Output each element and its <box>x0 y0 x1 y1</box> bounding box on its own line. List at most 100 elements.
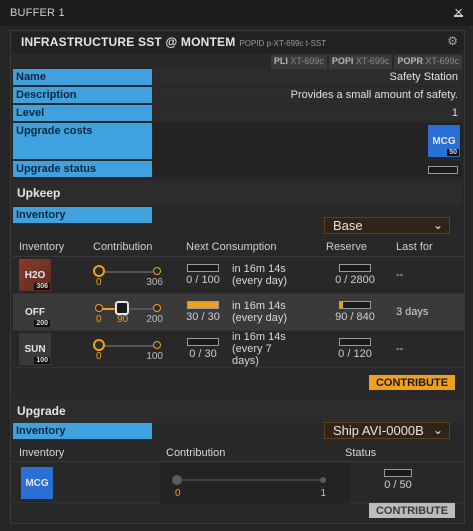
gear-icon[interactable]: ⚙ <box>447 34 458 48</box>
slider-min-marker <box>95 304 103 312</box>
upgrade-row: MCG 0 1 0 / 50 <box>13 463 464 503</box>
upgrade-col-contribution: Contribution <box>166 447 226 459</box>
consumption-bar <box>187 338 219 346</box>
upgrade-inventory-select[interactable]: Ship AVI-0000B ⌄ <box>324 422 450 439</box>
h2o-tile[interactable]: H2O 306 <box>19 259 51 291</box>
id-badge-popr[interactable]: POPR XT-699c <box>394 55 462 69</box>
col-contribution: Contribution <box>87 238 180 257</box>
col-next-consumption: Next Consumption <box>180 238 320 257</box>
mcg-cost-tile[interactable]: MCG 50 <box>428 125 460 157</box>
consumption-fill <box>188 302 218 308</box>
slider-max: 306 <box>146 277 163 288</box>
upgrade-status-bar <box>384 469 412 477</box>
slider-track <box>99 345 157 347</box>
mcg-contribution-slider[interactable]: 0 1 <box>170 469 330 499</box>
table-row: SUN 100 0 100 0 / 30 in 16m 14s (every 7… <box>13 330 464 368</box>
close-icon[interactable]: × <box>454 4 463 21</box>
col-inventory: Inventory <box>13 238 87 257</box>
upkeep-inventory-select[interactable]: Base ⌄ <box>324 217 450 234</box>
upgrade-inventory-selected: Ship AVI-0000B <box>333 423 424 438</box>
slider-track <box>176 479 324 481</box>
level-row: Level 1 <box>13 105 462 121</box>
level-value: 1 <box>153 105 462 121</box>
mcg-cost-ticker: MCG <box>432 135 456 147</box>
slider-max: 100 <box>146 351 163 362</box>
id-badge-popi[interactable]: POPI XT-699c <box>328 55 393 69</box>
h2o-ticker: H2O <box>24 269 46 281</box>
slider-max-marker <box>320 477 326 483</box>
slider-max-marker <box>153 341 161 349</box>
consumption-when: in 16m 14s (every day) <box>232 263 288 287</box>
slider-knob[interactable] <box>172 475 182 485</box>
upgrade-status-value: 0 / 50 <box>384 479 412 491</box>
upgrade-contribute-button[interactable]: CONTRIBUTE <box>369 503 455 518</box>
window-title: BUFFER 1 <box>10 7 65 19</box>
upkeep-section-title: Upkeep <box>13 181 462 205</box>
off-ticker: OFF <box>25 306 45 318</box>
chevron-down-icon: ⌄ <box>432 218 443 232</box>
name-label: Name <box>13 69 152 85</box>
last-for-value: -- <box>390 256 464 294</box>
off-contribution-slider[interactable]: 0 90 200 <box>93 298 163 326</box>
upgrade-status-bar <box>428 166 458 174</box>
level-label: Level <box>13 105 152 121</box>
upkeep-inventory-selected: Base <box>333 218 363 233</box>
upgrade-col-status: Status <box>345 447 377 459</box>
infrastructure-panel: INFRASTRUCTURE SST @ MONTEM POPID p-XT-6… <box>10 30 465 524</box>
last-for-value: -- <box>390 330 464 368</box>
upkeep-contribute-button[interactable]: CONTRIBUTE <box>369 375 455 390</box>
table-row: OFF 200 0 90 200 30 / 30 in 16m 14s (eve… <box>13 293 464 331</box>
upgrade-header-row: Inventory Contribution Status <box>13 444 464 462</box>
slider-min: 0 <box>175 488 181 499</box>
h2o-contribution-slider[interactable]: 0 306 <box>93 261 163 289</box>
upgrade-section-title: Upgrade <box>13 399 464 423</box>
upgrade-status-value <box>153 161 462 177</box>
upgrade-costs-value: MCG 50 <box>153 123 462 159</box>
id-badge-pli[interactable]: PLI XT-699c <box>270 55 327 69</box>
slider-knob[interactable] <box>93 339 105 351</box>
upgrade-status-cell: 0 / 50 <box>381 469 415 491</box>
sun-contribution-slider[interactable]: 0 100 <box>93 335 163 363</box>
col-reserve: Reserve <box>320 238 390 257</box>
description-row: Description Provides a small amount of s… <box>13 87 462 103</box>
consumption-when: in 16m 14s (every day) <box>232 300 288 324</box>
chevron-down-icon: ⌄ <box>432 423 443 437</box>
panel-title: INFRASTRUCTURE SST @ MONTEM <box>21 35 236 49</box>
panel-header: INFRASTRUCTURE SST @ MONTEM POPID p-XT-6… <box>11 31 464 53</box>
consumption-when: in 16m 14s (every 7 days) <box>232 331 286 367</box>
upkeep-header-row: Inventory Contribution Next Consumption … <box>13 238 464 257</box>
slider-max-marker <box>153 267 161 275</box>
reserve-value: 90 / 840 <box>335 311 375 323</box>
table-row: H2O 306 0 306 0 / 100 in 16m 14s (every … <box>13 256 464 294</box>
reserve-bar <box>339 338 371 346</box>
mcg-tile[interactable]: MCG <box>21 467 53 499</box>
slider-knob[interactable] <box>93 265 105 277</box>
sun-tile[interactable]: SUN 100 <box>19 333 51 365</box>
consumption-value: 30 / 30 <box>186 311 220 323</box>
minimize-icon[interactable] <box>454 15 463 17</box>
slider-knob[interactable] <box>115 301 129 315</box>
slider-value: 90 <box>117 314 129 325</box>
h2o-count: 306 <box>34 283 50 290</box>
upgrade-status-row: Upgrade status <box>13 161 462 177</box>
window-titlebar: BUFFER 1 × <box>0 0 473 26</box>
upkeep-inventory-label: Inventory <box>13 207 152 223</box>
slider-max: 1 <box>320 488 326 499</box>
sun-count: 100 <box>34 357 50 364</box>
consumption-bar <box>187 264 219 272</box>
slider-track <box>99 271 157 273</box>
panel-popid: POPID p-XT-699c t-SST <box>239 38 327 48</box>
upgrade-costs-label: Upgrade costs <box>13 123 152 159</box>
reserve-value: 0 / 2800 <box>335 274 375 286</box>
sun-ticker: SUN <box>24 343 46 355</box>
reserve-bar <box>339 301 371 309</box>
mcg-cost-amount: 50 <box>447 149 459 156</box>
name-row: Name Safety Station <box>13 69 462 85</box>
upgrade-inventory-label: Inventory <box>13 423 152 439</box>
upgrade-status-label: Upgrade status <box>13 161 152 177</box>
reserve-bar <box>339 264 371 272</box>
description-value: Provides a small amount of safety. <box>153 87 462 103</box>
off-tile[interactable]: OFF 200 <box>19 296 51 328</box>
upgrade-col-inventory: Inventory <box>19 447 65 459</box>
col-last-for: Last for <box>390 238 464 257</box>
